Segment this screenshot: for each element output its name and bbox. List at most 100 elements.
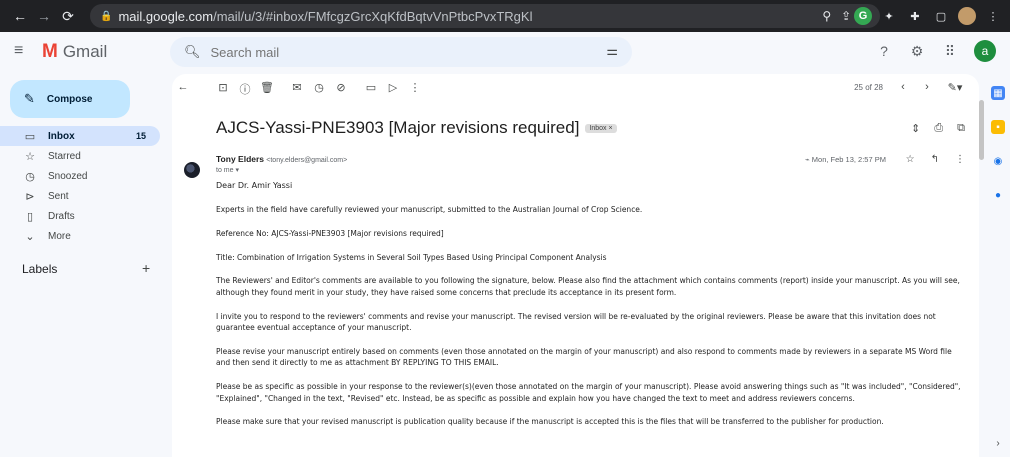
gmail-top-bar: ≡ M Gmail 🔍︎ ⚌ ? ⚙ ⠿ a	[0, 32, 1010, 72]
calendar-icon[interactable]: ▦	[991, 86, 1005, 100]
expand-panel-chevron-icon[interactable]: ›	[991, 436, 1005, 450]
account-avatar[interactable]: a	[974, 40, 996, 62]
sidebar-item-label: Starred	[48, 150, 81, 162]
date-text: Mon, Feb 13, 2:57 PM	[811, 155, 886, 164]
sender-email: <tony.elders@gmail.com>	[266, 157, 348, 164]
expand-all-icon[interactable]: ⇕	[911, 122, 920, 135]
grammarly-extension-icon[interactable]: G	[854, 7, 872, 25]
address-bar[interactable]: 🔒 mail.google.com/mail/u/3/#inbox/FMfcgz…	[90, 4, 880, 28]
back-arrow-icon[interactable]: ←	[8, 4, 32, 28]
sidebar-item-drafts[interactable]: ▯ Drafts	[0, 206, 160, 226]
star-icon: ☆	[25, 150, 35, 163]
sidebar-item-inbox[interactable]: ▭ Inbox 15	[0, 126, 160, 146]
add-task-icon[interactable]: ⊘	[334, 81, 348, 94]
url-path: /mail/u/3/#inbox/FMfcgzGrcXqKfdBqtvVnPtb…	[213, 8, 533, 24]
open-new-window-icon[interactable]: ⧉	[957, 122, 965, 135]
email-toolbar: ← ⊡ ⓘ 🗑︎ ✉ ◷ ⊘ ▭ ▷ ⋮ 25 of 28 ‹ › ✎▾	[172, 74, 979, 104]
settings-gear-icon[interactable]: ⚙	[908, 43, 926, 60]
profile-picture-icon[interactable]	[958, 7, 976, 25]
tasks-icon[interactable]: ◉	[991, 154, 1005, 168]
puzzle-extensions-icon[interactable]: ✚	[906, 7, 924, 25]
send-icon: ⊳	[25, 190, 35, 203]
sender-avatar[interactable]	[184, 162, 200, 178]
message-more-icon[interactable]: ⋮	[955, 154, 965, 165]
browser-chrome: ← → ⟳ 🔒 mail.google.com/mail/u/3/#inbox/…	[0, 0, 1010, 32]
compose-button[interactable]: ✎ Compose	[10, 80, 130, 118]
top-right-tools: ? ⚙ ⠿ a	[875, 40, 996, 62]
input-tools-pencil-icon[interactable]: ✎▾	[944, 81, 966, 94]
apps-grid-icon[interactable]: ⠿	[941, 43, 959, 60]
main-menu-icon[interactable]: ≡	[14, 42, 23, 60]
newer-chevron-icon[interactable]: ‹	[896, 81, 910, 93]
sidebar-item-label: More	[48, 230, 71, 242]
body-paragraph: Reference No: AJCS-Yassi-PNE3903 [Major …	[216, 229, 444, 239]
url-host: mail.google.com	[118, 8, 214, 24]
gmail-logo[interactable]: M Gmail	[42, 41, 107, 63]
mark-unread-icon[interactable]: ✉	[290, 81, 304, 94]
share-icon[interactable]: ⇪	[841, 9, 851, 23]
lock-icon: 🔒	[100, 10, 113, 22]
snooze-clock-icon[interactable]: ◷	[312, 81, 326, 94]
pager-count: 25 of 28	[854, 83, 883, 92]
sidebar-item-sent[interactable]: ⊳ Sent	[0, 186, 160, 206]
email-view: ← ⊡ ⓘ 🗑︎ ✉ ◷ ⊘ ▭ ▷ ⋮ 25 of 28 ‹ › ✎▾ AJC…	[172, 74, 979, 457]
delete-trash-icon[interactable]: 🗑︎	[260, 81, 274, 94]
draft-file-icon: ▯	[26, 210, 34, 223]
older-chevron-icon[interactable]: ›	[920, 81, 934, 93]
email-subject: AJCS-Yassi-PNE3903 [Major revisions requ…	[216, 118, 617, 138]
add-label-plus-icon[interactable]: +	[142, 260, 150, 276]
keep-icon[interactable]: ▪	[991, 120, 1005, 134]
email-scrollbar[interactable]	[979, 100, 984, 160]
right-side-panel: ▦ ▪ ◉ ● ›	[985, 74, 1010, 457]
browser-menu-icon[interactable]: ⋮	[984, 7, 1002, 25]
sender-line: Tony Elders <tony.elders@gmail.com>	[216, 154, 347, 164]
inbox-icon: ▭	[24, 130, 36, 143]
inbox-unread-count: 15	[135, 131, 146, 141]
search-input[interactable]	[210, 44, 571, 60]
chevron-down-icon: ⌄	[25, 230, 35, 243]
print-icon[interactable]: ⎙	[934, 122, 943, 135]
forward-arrow-icon[interactable]: →	[32, 4, 56, 28]
help-icon[interactable]: ?	[875, 43, 893, 59]
sidebar-item-starred[interactable]: ☆ Starred	[0, 146, 160, 166]
gmail-m-logo-icon: M	[42, 41, 58, 62]
move-to-folder-icon[interactable]: ▭	[364, 81, 378, 94]
body-paragraph: Experts in the field have carefully revi…	[216, 205, 643, 215]
sidebar-item-more[interactable]: ⌄ More	[0, 226, 160, 246]
search-icon[interactable]: 🔍︎	[184, 44, 201, 60]
body-paragraph: Please be as specific as possible in you…	[216, 382, 961, 403]
search-options-icon[interactable]: ⚌	[606, 43, 618, 59]
sender-name[interactable]: Tony Elders	[216, 154, 264, 164]
inbox-label-badge[interactable]: Inbox ×	[585, 124, 617, 134]
message-tools: ☆ ↰ ⋮	[906, 154, 965, 165]
contacts-icon[interactable]: ●	[991, 188, 1005, 202]
star-message-icon[interactable]: ☆	[906, 154, 915, 165]
browser-nav: ← → ⟳	[0, 4, 80, 28]
reload-icon[interactable]: ⟳	[56, 4, 80, 28]
recipient-dropdown[interactable]: to me ▾	[216, 166, 239, 174]
sidepanel-icon[interactable]: ▢	[932, 7, 950, 25]
sidebar-item-label: Drafts	[48, 210, 75, 222]
report-spam-icon[interactable]: ⓘ	[238, 81, 252, 97]
gmail-logo-text: Gmail	[62, 42, 108, 61]
more-options-icon[interactable]: ⋮	[408, 81, 422, 94]
sidebar-item-label: Snoozed	[48, 170, 88, 182]
sidebar-item-snoozed[interactable]: ◷ Snoozed	[0, 166, 160, 186]
subject-tools: ⇕ ⎙ ⧉	[911, 122, 965, 135]
body-paragraph: Please make sure that your revised manus…	[216, 417, 884, 427]
zoom-icon[interactable]: ⚲	[822, 9, 831, 23]
archive-icon[interactable]: ⊡	[216, 81, 230, 94]
search-bar[interactable]: 🔍︎ ⚌	[170, 37, 632, 67]
email-date: ⌁ Mon, Feb 13, 2:57 PM	[805, 155, 886, 164]
sidebar-item-label: Inbox	[48, 130, 75, 142]
back-to-inbox-arrow-icon[interactable]: ←	[176, 81, 190, 93]
body-paragraph: Title: Combination of Irrigation Systems…	[216, 252, 607, 262]
pencil-icon: ✎	[24, 91, 35, 106]
reply-icon[interactable]: ↰	[931, 154, 939, 165]
labels-heading: Labels	[22, 262, 58, 276]
email-body: Dear Dr. Amir Yassi Experts in the field…	[216, 180, 961, 440]
body-paragraph: I invite you to respond to the reviewers…	[216, 311, 936, 333]
clock-icon: ◷	[25, 170, 35, 183]
extension-icon[interactable]: ✦	[880, 7, 898, 25]
label-tag-icon[interactable]: ▷	[386, 81, 400, 94]
